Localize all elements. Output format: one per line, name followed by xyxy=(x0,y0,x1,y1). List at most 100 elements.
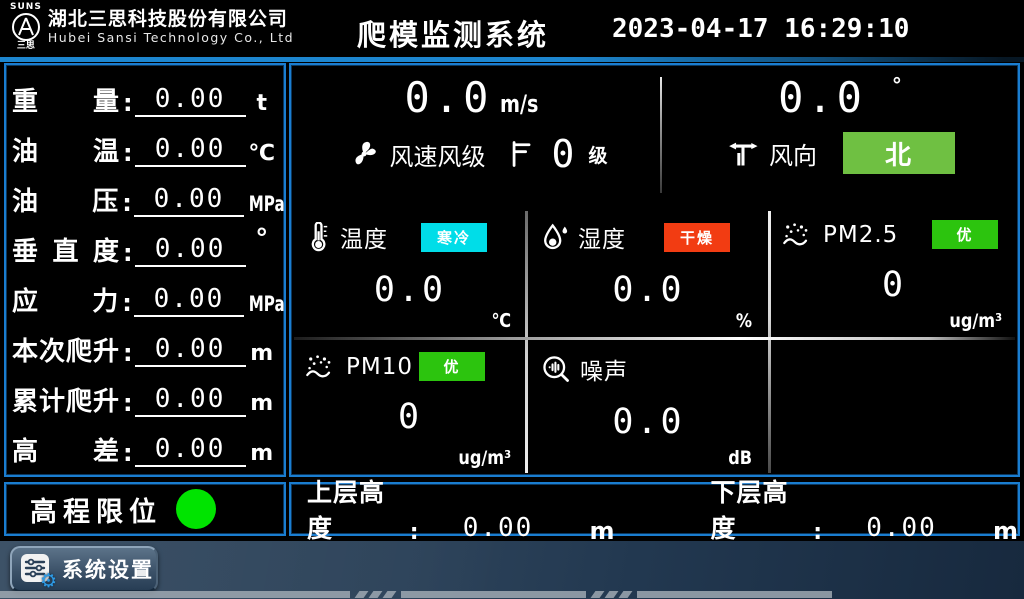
noise-unit: dB xyxy=(728,447,752,469)
environment-panel: 0.0 m/s 风速风级 xyxy=(289,63,1020,477)
wind-speed-unit: m/s xyxy=(500,90,538,118)
metric-colon: : xyxy=(123,439,133,467)
wind-section: 0.0 m/s 风速风级 xyxy=(291,65,1018,206)
metric-unit: t xyxy=(246,91,279,117)
metric-label: 油 温 xyxy=(12,138,119,167)
page-title: 爬模监测系统 xyxy=(357,12,549,54)
metric-colon: : xyxy=(122,189,132,217)
wind-level-value: 0 xyxy=(552,132,575,176)
metric-row-height-diff: 高 差: 0.00 m xyxy=(12,421,278,467)
wind-speed-label: 风速风级 xyxy=(390,137,486,172)
company-logo: SUNS 三思 xyxy=(10,3,42,51)
metric-row-oil-pressure: 油 压: 0.00 MPa xyxy=(12,171,278,217)
metric-row-verticality: 垂直度: 0.00 ° xyxy=(12,221,278,267)
humidity-cell: 湿度 干燥 0.0 % xyxy=(527,206,768,338)
metric-value: 0.00 xyxy=(134,185,244,217)
metrics-panel: 重 量: 0.00 t 油 温: 0.00 ℃ 油 压: 0.00 MPa 垂直… xyxy=(4,63,286,477)
system-settings-button[interactable]: ⚙ 系统设置 xyxy=(10,546,158,592)
metric-unit: ℃ xyxy=(246,141,279,167)
metric-row-stress: 应 力: 0.00 MPa xyxy=(12,271,278,317)
grid-vertical-divider-1 xyxy=(525,211,528,473)
metric-row-current-climb: 本次爬升: 0.00 m xyxy=(12,321,278,367)
grid-horizontal-divider xyxy=(294,337,1015,340)
climbing-formwork-monitor-screen: SUNS 三思 湖北三思科技股份有限公司 Hubei Sansi Technol… xyxy=(0,0,1024,599)
metric-label: 重 量 xyxy=(12,88,119,117)
header-divider-line xyxy=(0,57,1024,62)
elevation-limit-status-indicator xyxy=(176,489,216,529)
metric-value: 0.00 xyxy=(135,85,246,117)
lower-height-label: 下层高度 xyxy=(711,473,812,545)
lower-height-group: 下层高度: 0.00 m xyxy=(711,473,1019,545)
pm10-value: 0 xyxy=(305,397,515,437)
dust-particles-icon xyxy=(305,353,337,381)
metric-label: 应 力 xyxy=(12,288,118,317)
metric-row-total-climb: 累计爬升: 0.00 m xyxy=(12,371,278,417)
sliders-settings-icon: ⚙ xyxy=(20,553,52,585)
metric-value: 0.00 xyxy=(134,285,244,317)
wind-speed-block: 0.0 m/s 风速风级 xyxy=(291,65,662,206)
system-settings-label: 系统设置 xyxy=(62,554,154,584)
bottom-toolbar: ⚙ 系统设置 xyxy=(0,541,1024,599)
pm25-cell: PM2.5 优 0 ug/m³ xyxy=(768,206,1018,338)
temperature-label: 温度 xyxy=(340,220,388,254)
empty-cell xyxy=(768,338,1018,475)
logo-top-text: SUNS xyxy=(10,3,42,12)
metric-value: 0.00 xyxy=(135,135,246,167)
humidity-value: 0.0 xyxy=(541,270,756,310)
pm10-label: PM10 xyxy=(346,354,413,380)
metric-unit: m xyxy=(246,391,279,417)
fan-icon xyxy=(346,136,382,172)
metric-row-weight: 重 量: 0.00 t xyxy=(12,71,278,117)
metric-label: 累计爬升 xyxy=(12,388,119,417)
metric-colon: : xyxy=(123,339,133,367)
logo-bottom-text: 三思 xyxy=(17,42,35,51)
metric-unit: m xyxy=(246,341,279,367)
temperature-unit: ℃ xyxy=(491,310,511,332)
dust-particles-icon xyxy=(782,221,814,249)
wind-level-icon xyxy=(508,139,534,169)
company-name-cn: 湖北三思科技股份有限公司 xyxy=(48,9,294,31)
pm25-status-badge: 优 xyxy=(932,220,998,249)
sansi-logo-icon xyxy=(11,12,41,42)
wind-section-divider xyxy=(660,77,662,193)
metric-label: 垂直度 xyxy=(12,238,119,267)
wind-speed-value: 0.0 xyxy=(405,73,493,122)
metric-row-oil-temp: 油 温: 0.00 ℃ xyxy=(12,121,278,167)
humidity-status-badge: 干燥 xyxy=(664,223,730,252)
wind-direction-block: 0.0 ° 风向 北 xyxy=(662,65,1018,206)
metric-unit: MPa xyxy=(249,192,273,217)
pm10-cell: PM10 优 0 ug/m³ xyxy=(291,338,527,475)
humidity-unit: % xyxy=(736,310,752,332)
metric-colon: : xyxy=(123,389,133,417)
metric-value: 0.00 xyxy=(135,385,246,417)
temperature-value: 0.0 xyxy=(305,270,515,310)
grid-vertical-divider-2 xyxy=(768,211,771,473)
metric-colon: : xyxy=(123,89,133,117)
footer-decorative-stripe xyxy=(0,591,832,598)
metric-colon: : xyxy=(122,289,132,317)
wind-direction-badge: 北 xyxy=(843,132,955,174)
header: SUNS 三思 湖北三思科技股份有限公司 Hubei Sansi Technol… xyxy=(0,0,1024,57)
environment-grid: 温度 寒冷 0.0 ℃ 湿度 干燥 xyxy=(291,206,1018,475)
noise-cell: 噪声 0.0 dB xyxy=(527,338,768,475)
temperature-status-badge: 寒冷 xyxy=(421,223,487,252)
pm25-unit: ug/m³ xyxy=(949,310,1002,332)
metric-unit: ° xyxy=(246,221,279,250)
brand: SUNS 三思 湖北三思科技股份有限公司 Hubei Sansi Technol… xyxy=(10,3,294,51)
datetime-display: 2023-04-17 16:29:10 xyxy=(612,14,909,44)
elevation-limit-box: 高程限位 xyxy=(4,482,286,536)
water-drop-icon xyxy=(541,222,569,252)
company-name-en: Hubei Sansi Technology Co., Ltd xyxy=(48,31,294,45)
pm10-unit: ug/m³ xyxy=(458,447,511,469)
layer-heights-bar: 上层高度: 0.00 m 下层高度: 0.00 m xyxy=(289,482,1020,536)
humidity-label: 湿度 xyxy=(578,220,626,254)
wind-direction-value: 0.0 xyxy=(778,73,866,122)
wind-vane-icon xyxy=(725,136,761,170)
metric-value: 0.00 xyxy=(135,435,246,467)
wind-direction-unit: ° xyxy=(892,73,902,97)
metric-unit: m xyxy=(246,441,279,467)
pm25-label: PM2.5 xyxy=(823,222,898,248)
wind-direction-label: 风向 xyxy=(769,136,817,171)
metric-label: 高 差 xyxy=(12,438,119,467)
metric-value: 0.00 xyxy=(135,335,246,367)
